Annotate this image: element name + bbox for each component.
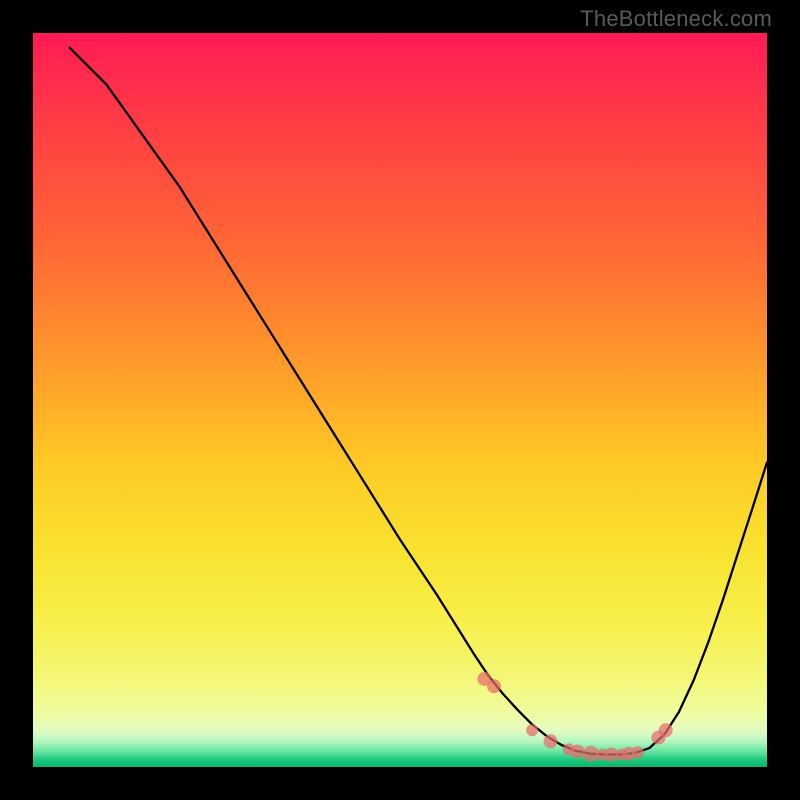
highlight-dot xyxy=(659,723,673,737)
highlight-dot xyxy=(544,734,558,748)
curve-svg xyxy=(33,33,767,767)
highlight-dot xyxy=(632,746,644,758)
highlight-dots-group xyxy=(477,672,672,762)
highlight-dot xyxy=(571,745,585,759)
watermark-text: TheBottleneck.com xyxy=(580,6,772,32)
plot-area xyxy=(33,33,767,767)
highlight-dot xyxy=(526,724,538,736)
highlight-dot xyxy=(487,679,501,693)
chart-stage: TheBottleneck.com xyxy=(0,0,800,800)
bottleneck-curve xyxy=(70,48,767,755)
